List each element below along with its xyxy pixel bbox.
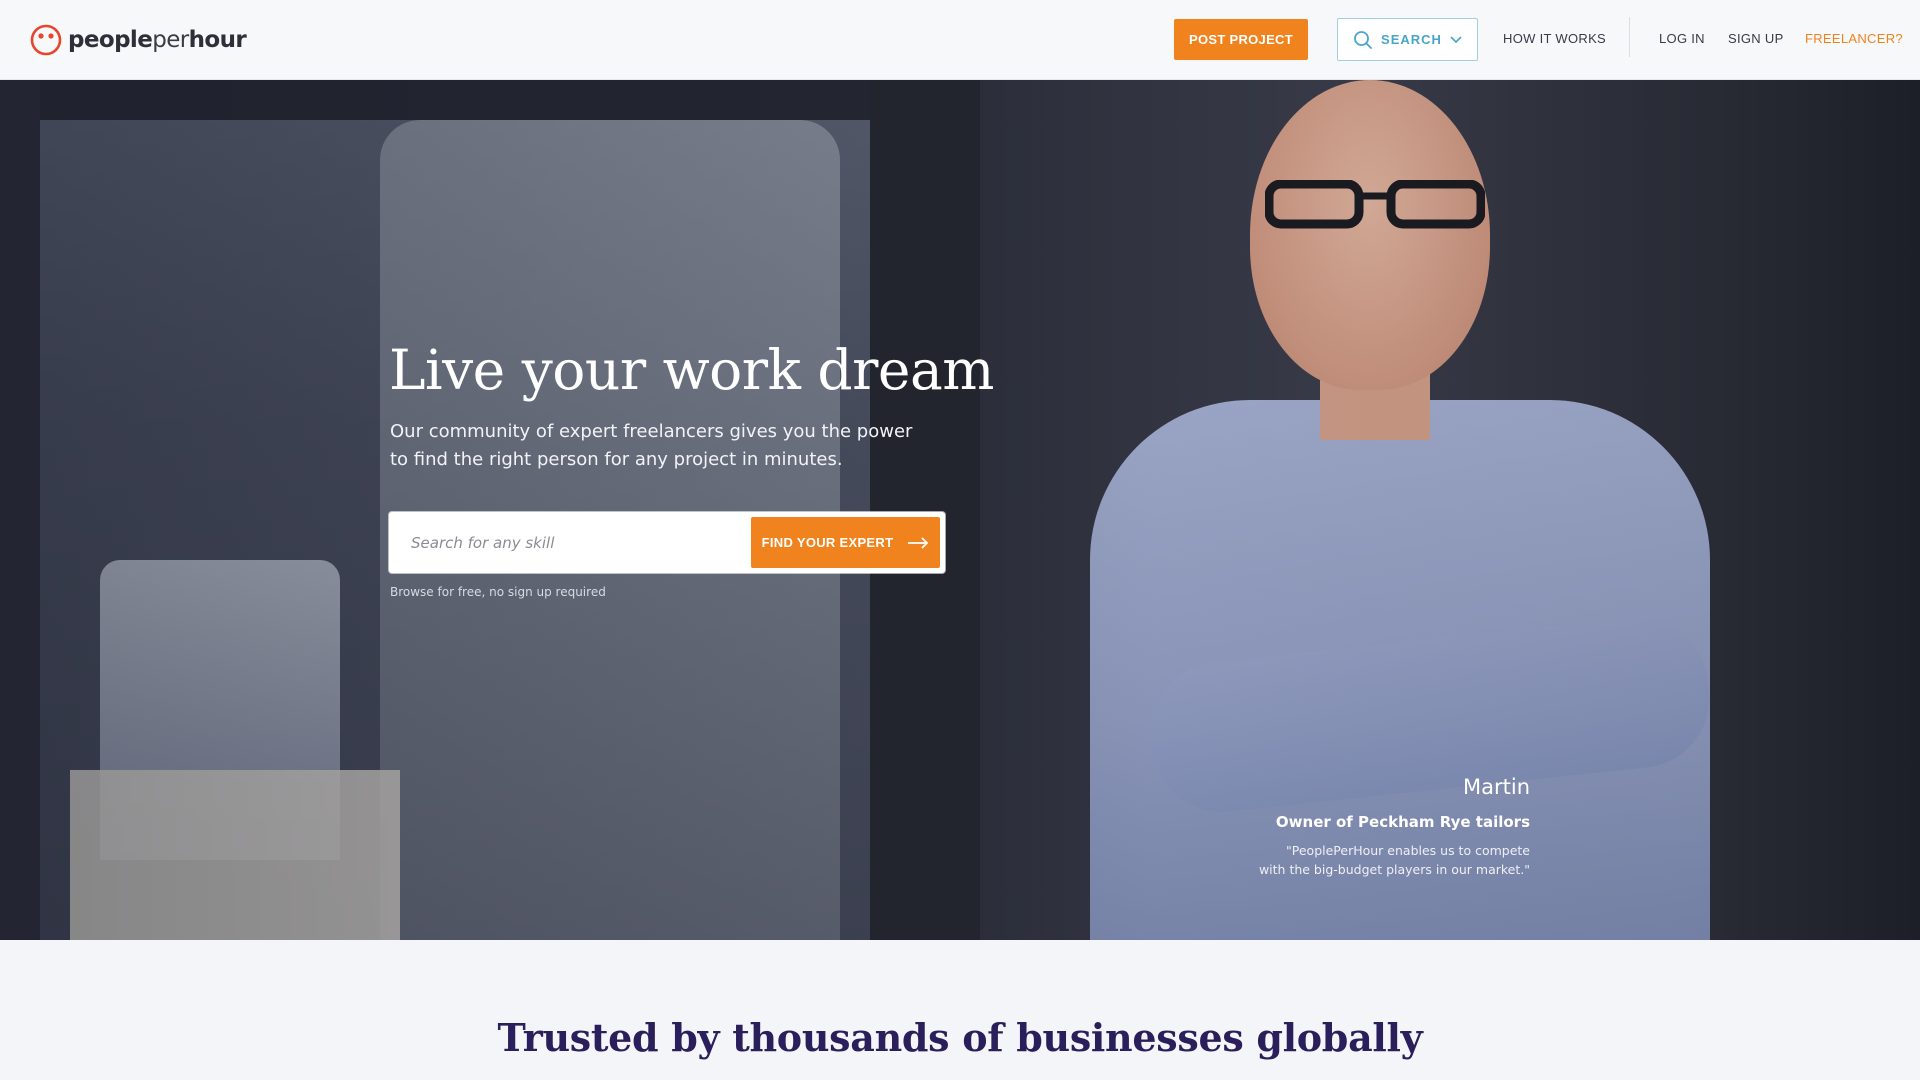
logo-face-icon: [30, 24, 62, 56]
hero-testimonial: Martin Owner of Peckham Rye tailors "Peo…: [1110, 775, 1530, 879]
browse-free-note: Browse for free, no sign up required: [390, 585, 606, 599]
trusted-heading: Trusted by thousands of businesses globa…: [497, 1015, 1423, 1060]
search-icon: [1354, 30, 1372, 49]
login-link[interactable]: LOG IN: [1659, 31, 1705, 46]
testimonial-quote: "PeoplePerHour enables us to compete wit…: [1110, 841, 1530, 879]
how-it-works-link[interactable]: HOW IT WORKS: [1503, 31, 1606, 46]
hero-title: Live your work dream: [389, 338, 994, 402]
search-dropdown-button[interactable]: SEARCH: [1337, 18, 1478, 61]
logo-wordmark: peopleperhour: [68, 27, 247, 53]
testimonial-role: Owner of Peckham Rye tailors: [1275, 813, 1530, 831]
testimonial-quote-line-1: "PeoplePerHour enables us to compete: [1286, 843, 1530, 858]
testimonial-quote-line-2: with the big-budget players in our marke…: [1258, 862, 1530, 877]
skill-search-input[interactable]: [411, 528, 731, 558]
hero-subtitle: Our community of expert freelancers give…: [390, 418, 930, 474]
logo-word-hour: hour: [188, 27, 247, 53]
signup-link[interactable]: SIGN UP: [1728, 31, 1784, 46]
search-dropdown-label: SEARCH: [1381, 32, 1442, 47]
logo-word-people: people: [68, 27, 153, 53]
nav-divider: [1629, 17, 1630, 57]
testimonial-name: Martin: [1463, 775, 1530, 799]
hero-subtitle-line-1: Our community of expert freelancers give…: [390, 421, 913, 442]
find-expert-label: FIND YOUR EXPERT: [761, 535, 894, 550]
top-navigation: peopleperhour POST PROJECT SEARCH HOW IT…: [0, 0, 1920, 80]
freelancer-link[interactable]: FREELANCER?: [1805, 31, 1903, 46]
find-expert-button[interactable]: FIND YOUR EXPERT: [751, 517, 940, 568]
arrow-right-icon: [908, 536, 929, 549]
skill-search-form: FIND YOUR EXPERT: [389, 512, 945, 573]
post-project-button[interactable]: POST PROJECT: [1174, 19, 1308, 60]
hero-section: Live your work dream Our community of ex…: [0, 80, 1920, 940]
logo[interactable]: peopleperhour: [30, 24, 247, 56]
hero-dark-overlay: [0, 80, 1920, 940]
hero-subtitle-line-2: to find the right person for any project…: [390, 449, 843, 470]
chevron-down-icon: [1450, 35, 1462, 43]
logo-word-per: per: [152, 27, 189, 53]
